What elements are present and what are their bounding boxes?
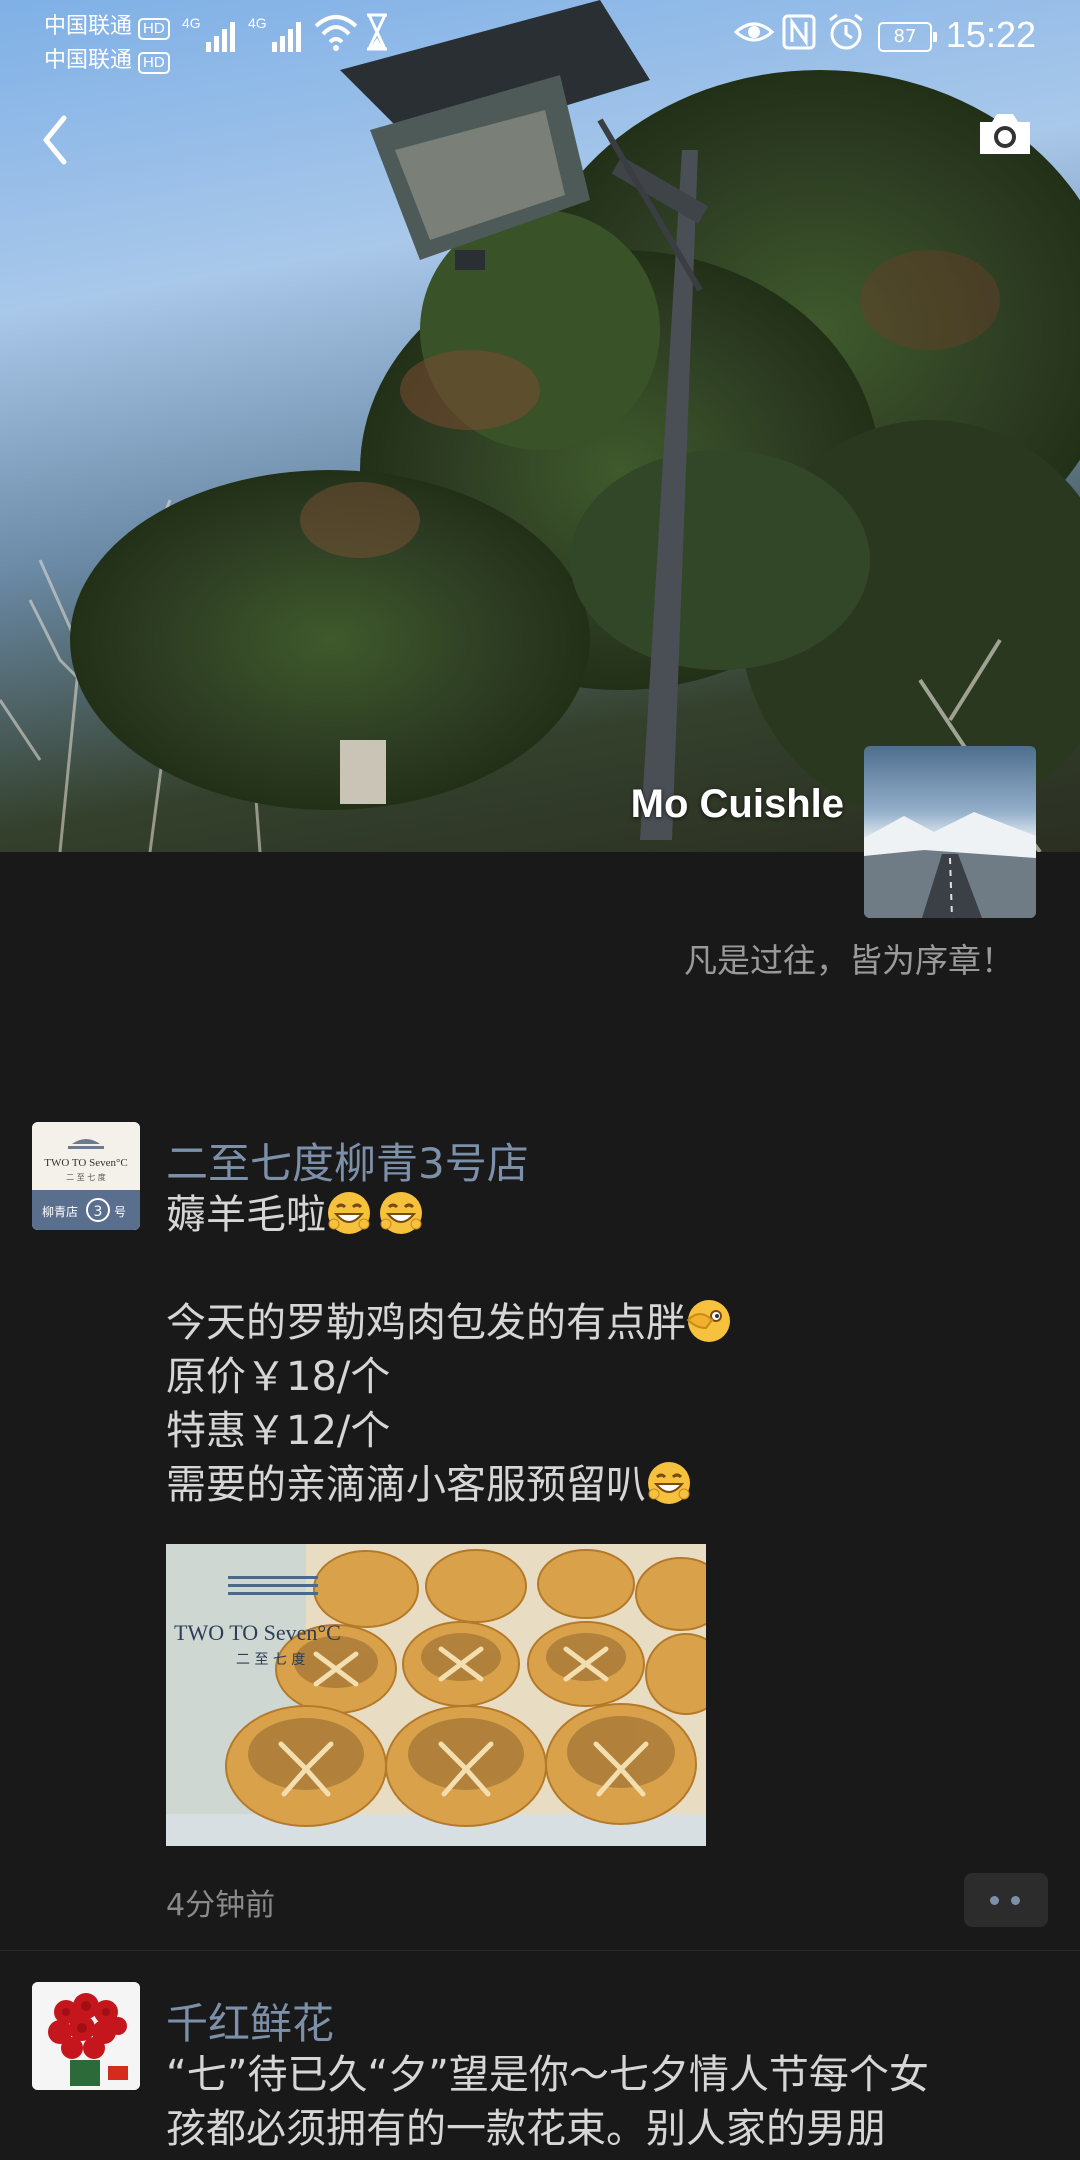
svg-text:TWO TO Seven°C: TWO TO Seven°C [174,1620,341,1645]
post-text-line: 特惠￥12/个 [166,1408,391,1454]
more-dots-icon[interactable] [964,1873,1048,1927]
svg-text:二 至 七 度: 二 至 七 度 [66,1172,106,1182]
grin-emoji-icon [380,1192,422,1234]
post-text-line: 今天的罗勒鸡肉包发的有点胖 [166,1296,1046,1350]
avatar-image [864,812,1036,918]
post-divider [0,1950,1080,1951]
signal-icon: 4G [182,15,235,52]
facepalm-emoji-icon [686,1300,730,1342]
svg-text:4G: 4G [248,15,267,31]
grin-emoji-icon [328,1192,370,1234]
camera-icon[interactable] [976,110,1034,158]
signal-icon: 4G [248,15,301,52]
post-text-line: 需要的亲滴滴小客服预留叭 [166,1458,1046,1512]
svg-text:TWO TO Seven°C: TWO TO Seven°C [44,1157,127,1169]
post-author[interactable]: 二至七度柳青3号店 [166,1130,529,1191]
store-logo: TWO TO Seven°C 二 至 七 度 柳青店 3 号 [32,1122,140,1230]
status-bar: 中国联通 HD 中国联通 HD 4G 4G 87 15:22 [0,0,1080,74]
hourglass-icon [367,13,387,51]
post-avatar[interactable] [32,1982,140,2090]
profile-signature: 凡是过往，皆为序章！ [684,941,1014,980]
eye-icon [734,22,774,42]
nfc-icon [782,14,816,50]
carrier-2: 中国联通 HD [44,42,170,74]
cover-photo[interactable]: 中国联通 HD 中国联通 HD 4G 4G 87 15:22 [0,0,1080,852]
svg-text:4G: 4G [182,15,201,31]
roses-avatar [32,1982,140,2090]
grin-emoji-icon [648,1462,690,1504]
post-avatar[interactable]: TWO TO Seven°C 二 至 七 度 柳青店 3 号 [32,1122,140,1230]
svg-text:号: 号 [114,1205,126,1219]
svg-text:3: 3 [94,1204,103,1220]
post-photo[interactable]: TWO TO Seven°C 二 至 七 度 [166,1544,706,1846]
bread-photo: TWO TO Seven°C 二 至 七 度 [166,1544,706,1846]
post-time: 4分钟前 [166,1888,276,1923]
carrier-1: 中国联通 HD [44,8,170,40]
post-text-line: “七”待已久“夕”望是你～七夕情人节每个女 [166,2052,929,2098]
post-text-line: 原价￥18/个 [166,1354,391,1400]
post-text-line: 薅羊毛啦 [166,1188,1046,1242]
profile-username[interactable]: Mo Cuishle [631,782,844,827]
post-text-line: 孩都必须拥有的一款花束。别人家的男朋 [166,2106,886,2152]
wifi-icon [314,15,358,51]
post-author[interactable]: 千红鲜花 [166,1990,334,2051]
battery-icon: 87 [878,22,937,52]
post-text: “七”待已久“夕”望是你～七夕情人节每个女 孩都必须拥有的一款花束。别人家的男朋 [166,2048,1046,2156]
post-text: 薅羊毛啦 今天的罗勒鸡肉包发的有点胖 原价￥18/个 特惠￥12/个 需要的亲滴… [166,1188,1046,1512]
svg-text:二 至 七 度: 二 至 七 度 [236,1652,305,1668]
status-clock: 15:22 [945,14,1036,55]
cover-scene [0,0,1080,852]
profile-avatar[interactable] [864,746,1036,918]
post-text-line [166,1242,1046,1296]
svg-text:柳青店: 柳青店 [42,1205,78,1219]
back-arrow-icon[interactable] [36,110,76,170]
alarm-icon [829,13,863,50]
